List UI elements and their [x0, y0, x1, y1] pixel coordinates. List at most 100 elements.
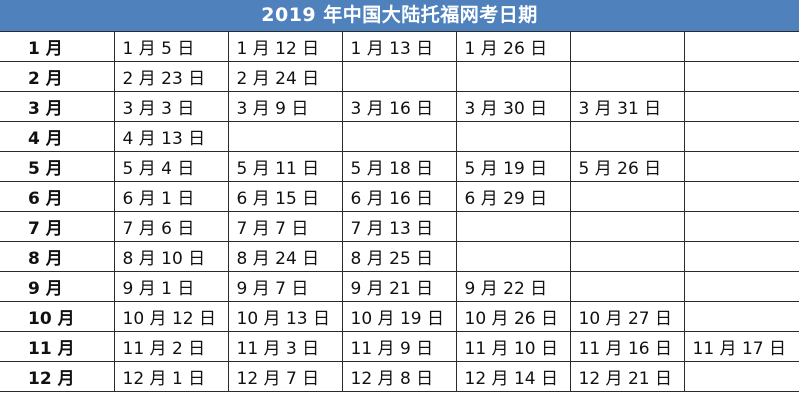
month-cell: 10 月	[0, 301, 115, 332]
empty-cell	[683, 301, 799, 332]
table-row: 7 月7 月 6 日7 月 7 日7 月 13 日	[0, 211, 799, 242]
month-cell: 7 月	[0, 211, 115, 242]
empty-cell	[683, 271, 799, 302]
month-cell: 3 月	[0, 91, 115, 122]
table-row: 4 月4 月 13 日	[0, 121, 799, 152]
date-cell: 5 月 26 日	[569, 151, 685, 182]
date-cell: 11 月 16 日	[569, 331, 685, 362]
empty-cell	[569, 271, 685, 302]
date-cell: 11 月 3 日	[227, 331, 343, 362]
month-cell: 5 月	[0, 151, 115, 182]
date-cell: 10 月 12 日	[113, 301, 229, 332]
table-body: 1 月1 月 5 日1 月 12 日1 月 13 日1 月 26 日2 月2 月…	[0, 31, 799, 392]
empty-cell	[683, 361, 799, 392]
table-title: 2019 年中国大陆托福网考日期	[0, 0, 799, 31]
empty-cell	[455, 61, 571, 92]
date-cell: 5 月 11 日	[227, 151, 343, 182]
empty-cell	[341, 121, 457, 152]
empty-cell	[341, 61, 457, 92]
month-cell: 12 月	[0, 361, 115, 392]
empty-cell	[683, 91, 799, 122]
date-cell: 3 月 16 日	[341, 91, 457, 122]
date-cell: 10 月 27 日	[569, 301, 685, 332]
date-cell: 1 月 13 日	[341, 31, 457, 62]
date-cell: 5 月 18 日	[341, 151, 457, 182]
empty-cell	[683, 31, 799, 62]
empty-cell	[683, 121, 799, 152]
date-cell: 10 月 13 日	[227, 301, 343, 332]
date-cell: 1 月 5 日	[113, 31, 229, 62]
table-row: 11 月 11 月 2 日 11 月 3 日 11 月 9 日 11 月 10 日 11 …	[0, 331, 799, 362]
date-cell: 11 月 9 日	[341, 331, 457, 362]
month-cell: 2 月	[0, 61, 115, 92]
table-row: 1 月1 月 5 日1 月 12 日1 月 13 日1 月 26 日	[0, 31, 799, 62]
table-row: 2 月2 月 23 日2 月 24 日	[0, 61, 799, 92]
date-cell: 8 月 10 日	[113, 241, 229, 272]
month-cell: 1 月	[0, 31, 115, 62]
date-cell: 6 月 16 日	[341, 181, 457, 212]
empty-cell	[569, 121, 685, 152]
date-cell: 12 月 8 日	[341, 361, 457, 392]
table-row: 8 月8 月 10 日8 月 24 日8 月 25 日	[0, 241, 799, 272]
empty-cell	[683, 61, 799, 92]
empty-cell	[569, 211, 685, 242]
date-cell: 4 月 13 日	[113, 121, 229, 152]
date-cell: 9 月 7 日	[227, 271, 343, 302]
date-cell: 2 月 24 日	[227, 61, 343, 92]
table-row: 6 月6 月 1 日6 月 15 日6 月 16 日6 月 29 日	[0, 181, 799, 212]
month-cell: 11 月	[0, 331, 115, 362]
date-cell: 5 月 19 日	[455, 151, 571, 182]
date-cell: 11 月 10 日	[455, 331, 571, 362]
date-cell: 12 月 14 日	[455, 361, 571, 392]
date-cell: 3 月 3 日	[113, 91, 229, 122]
date-cell: 8 月 24 日	[227, 241, 343, 272]
empty-cell	[683, 211, 799, 242]
table-row: 3 月3 月 3 日3 月 9 日3 月 16 日3 月 30 日3 月 31 …	[0, 91, 799, 122]
table-row: 5 月5 月 4 日5 月 11 日5 月 18 日5 月 19 日5 月 26…	[0, 151, 799, 182]
date-cell: 10 月 19 日	[341, 301, 457, 332]
date-cell: 11 月 17 日	[683, 331, 799, 362]
empty-cell	[455, 211, 571, 242]
date-cell: 9 月 22 日	[455, 271, 571, 302]
date-cell: 8 月 25 日	[341, 241, 457, 272]
table-row: 10 月 10 月 12 日 10 月 13 日 10 月 19 日 10 月 26 日…	[0, 301, 799, 332]
date-cell: 5 月 4 日	[113, 151, 229, 182]
date-cell: 12 月 21 日	[569, 361, 685, 392]
empty-cell	[569, 61, 685, 92]
date-cell: 6 月 15 日	[227, 181, 343, 212]
date-cell: 6 月 29 日	[455, 181, 571, 212]
empty-cell	[227, 121, 343, 152]
date-cell: 9 月 21 日	[341, 271, 457, 302]
date-cell: 9 月 1 日	[113, 271, 229, 302]
month-cell: 9 月	[0, 271, 115, 302]
date-cell: 10 月 26 日	[455, 301, 571, 332]
empty-cell	[683, 151, 799, 182]
month-cell: 8 月	[0, 241, 115, 272]
empty-cell	[683, 181, 799, 212]
date-cell: 7 月 6 日	[113, 211, 229, 242]
month-cell: 6 月	[0, 181, 115, 212]
month-cell: 4 月	[0, 121, 115, 152]
date-cell: 1 月 12 日	[227, 31, 343, 62]
date-cell: 1 月 26 日	[455, 31, 571, 62]
empty-cell	[569, 241, 685, 272]
date-cell: 12 月 1 日	[113, 361, 229, 392]
date-cell: 12 月 7 日	[227, 361, 343, 392]
empty-cell	[455, 121, 571, 152]
date-cell: 7 月 13 日	[341, 211, 457, 242]
schedule-sheet: 2019 年中国大陆托福网考日期 1 月1 月 5 日1 月 12 日1 月 1…	[0, 0, 799, 401]
test-date-table: 1 月1 月 5 日1 月 12 日1 月 13 日1 月 26 日2 月2 月…	[0, 31, 799, 392]
date-cell: 6 月 1 日	[113, 181, 229, 212]
date-cell: 2 月 23 日	[113, 61, 229, 92]
date-cell: 11 月 2 日	[113, 331, 229, 362]
table-row: 12 月 12 月 1 日 12 月 7 日 12 月 8 日 12 月 14 日 12 …	[0, 361, 799, 392]
date-cell: 7 月 7 日	[227, 211, 343, 242]
empty-cell	[569, 31, 685, 62]
date-cell: 3 月 9 日	[227, 91, 343, 122]
date-cell: 3 月 30 日	[455, 91, 571, 122]
empty-cell	[455, 241, 571, 272]
date-cell: 3 月 31 日	[569, 91, 685, 122]
empty-cell	[569, 181, 685, 212]
empty-cell	[683, 241, 799, 272]
table-row: 9 月9 月 1 日9 月 7 日9 月 21 日9 月 22 日	[0, 271, 799, 302]
